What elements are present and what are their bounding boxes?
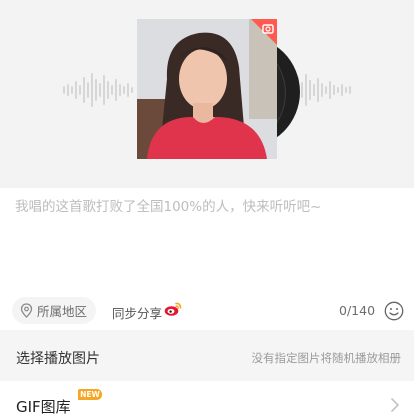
new-badge: NEW — [78, 389, 102, 400]
select-picture-hint: 没有指定图片将随机播放相册 — [251, 351, 402, 365]
caption-input[interactable]: 我唱的这首歌打败了全国100%的人，快来听听吧~ — [15, 195, 405, 215]
location-pin-icon — [20, 303, 33, 318]
gif-library-title: GIF图库 — [16, 398, 71, 414]
chevron-right-icon — [391, 398, 399, 412]
char-counter: 0/140 — [339, 303, 376, 318]
weibo-icon[interactable] — [164, 301, 182, 317]
sync-share-label: 同步分享 — [112, 306, 163, 321]
gif-library-row[interactable]: GIF图库 NEW — [0, 381, 414, 414]
waveform-right — [293, 74, 351, 106]
select-picture-row[interactable]: 选择播放图片 没有指定图片将随机播放相册 — [0, 330, 414, 381]
cover-area — [0, 0, 414, 188]
camera-icon[interactable] — [251, 19, 277, 45]
location-label: 所属地区 — [37, 304, 88, 319]
location-button[interactable]: 所属地区 — [12, 297, 96, 324]
waveform-left — [63, 73, 133, 107]
select-picture-title: 选择播放图片 — [16, 351, 100, 367]
emoji-icon[interactable] — [384, 301, 404, 321]
